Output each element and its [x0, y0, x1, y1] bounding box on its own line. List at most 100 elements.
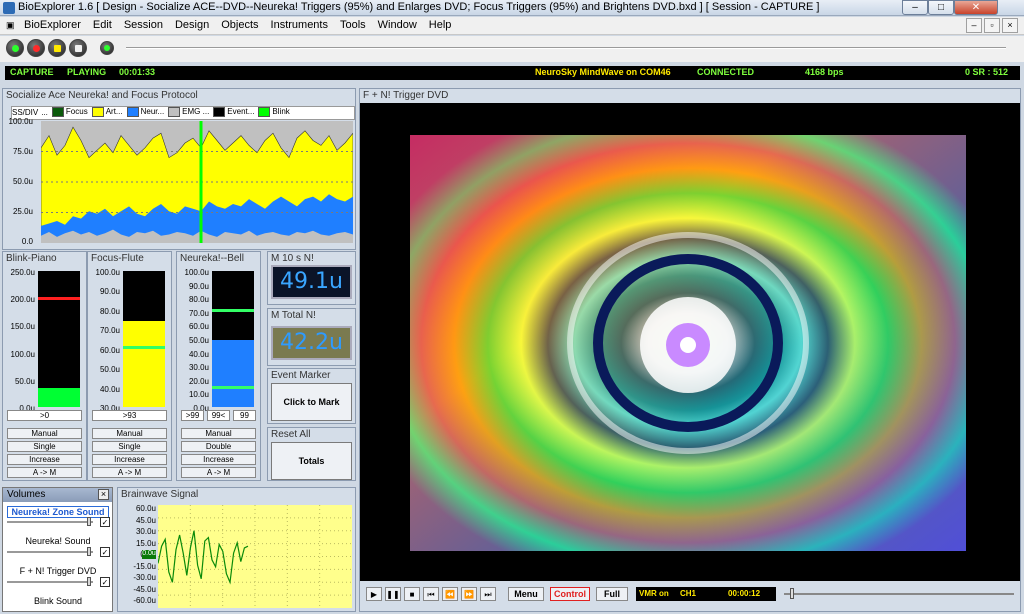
skip-back-icon[interactable]: ⏮ [423, 587, 439, 601]
status-mode: CAPTURE [10, 67, 54, 77]
menu-window[interactable]: Window [372, 17, 423, 33]
volume-checkbox[interactable]: ✓ [100, 577, 110, 587]
threshold-marker[interactable] [212, 308, 254, 312]
stop-icon[interactable]: ■ [404, 587, 420, 601]
menu-edit[interactable]: Edit [87, 17, 118, 33]
volume-label: Neureka! Zone Sound [7, 506, 109, 518]
volumes-close-button[interactable]: × [98, 489, 109, 500]
status-connection: CONNECTED [697, 67, 755, 77]
y-tick: -60.0u [133, 596, 156, 605]
meter-panel: Neureka!--Bell 100.0u 90.0u 80.0u 70.0u 60.0u… [176, 251, 261, 481]
menu-tools[interactable]: Tools [334, 17, 372, 33]
meter-track [212, 271, 254, 407]
dvd-panel: F + N! Trigger DVD ▶ ❚❚ ■ ⏮ ⏪ ⏩ ⏭ Menu Control… [359, 88, 1021, 612]
click-to-mark-button[interactable]: Click to Mark [271, 383, 352, 421]
legend-label: Focus [65, 107, 88, 117]
y-tick: -15.0u [133, 561, 156, 571]
volume-checkbox[interactable]: ✓ [100, 517, 110, 527]
minimize-button[interactable]: – [902, 0, 928, 15]
meter-option-button[interactable]: A -> M [7, 467, 82, 478]
dvd-control-button[interactable]: Control [550, 587, 590, 601]
seek-thumb[interactable] [790, 588, 794, 599]
meter-option-button[interactable]: A -> M [181, 467, 256, 478]
meter-option-button[interactable]: Increase [92, 454, 167, 465]
meter-panel: Focus-Flute 100.0u 90.0u 80.0u 70.0u 60.0u 50.… [87, 251, 172, 481]
panel-title: Neureka!--Bell [180, 253, 244, 264]
scale-tick: 50.0u [99, 365, 120, 375]
window-title: BioExplorer 1.6 [ Design - Socialize ACE… [18, 1, 820, 13]
meter-panel: Blink-Piano 250.0u 200.0u 150.0u 100.0u 50.0u… [2, 251, 87, 481]
y-tick: 15.0u [135, 538, 156, 548]
y-tick: -30.0u [133, 573, 156, 582]
status-device: NeuroSky MindWave on COM46 [535, 67, 671, 77]
menu-session[interactable]: Session [118, 17, 169, 33]
mdi-close-button[interactable]: × [1002, 18, 1018, 33]
play-icon[interactable] [6, 39, 24, 57]
threshold-marker[interactable] [38, 296, 80, 300]
meter-option-button[interactable]: Single [7, 441, 82, 452]
menu-instruments[interactable]: Instruments [265, 17, 334, 33]
threshold-box: >0 [7, 410, 82, 421]
mdi-restore-button[interactable]: ▫ [984, 18, 1000, 33]
threshold-marker[interactable] [123, 345, 165, 349]
panel-title: Focus-Flute [91, 253, 144, 264]
pause-icon[interactable]: ❚❚ [385, 587, 401, 601]
meter-fill [123, 321, 165, 407]
scale-tick: 30.0u [188, 363, 209, 373]
meter-option-button[interactable]: Increase [181, 454, 256, 465]
mdi-minimize-button[interactable]: – [966, 18, 982, 33]
volume-thumb[interactable] [86, 517, 91, 526]
dvd-seek-slider[interactable] [784, 588, 1014, 599]
play-icon[interactable]: ▶ [366, 587, 382, 601]
volume-slider[interactable] [7, 577, 93, 586]
meter-option-button[interactable]: Manual [7, 428, 82, 439]
dvd-status: VMR on CH1 00:00:12 [636, 587, 776, 601]
stop-icon[interactable] [69, 39, 87, 57]
meter-option-button[interactable]: Increase [7, 454, 82, 465]
volume-thumb[interactable] [86, 577, 91, 586]
position-slider[interactable] [126, 47, 1006, 49]
meter-option-button[interactable]: Manual [92, 428, 167, 439]
status-strip: CAPTURE PLAYING 00:01:33 NeuroSky MindWa… [5, 66, 1020, 80]
volume-thumb[interactable] [86, 547, 91, 556]
meter-option-button[interactable]: Single [92, 441, 167, 452]
y-tick: 25.0u [12, 207, 33, 216]
meter-option-button[interactable]: Double [181, 441, 256, 452]
panel-title: Event Marker [271, 370, 331, 381]
pause-icon[interactable] [48, 39, 66, 57]
dvd-full-button[interactable]: Full [596, 587, 628, 601]
legend-item: Art... [91, 107, 123, 117]
menu-bar: ▣ BioExplorer Edit Session Design Objects Inst… [0, 17, 1024, 35]
legend-swatch [91, 107, 104, 117]
y-tick: -45.0u [133, 584, 156, 594]
menu-design[interactable]: Design [169, 17, 215, 33]
threshold-marker[interactable] [212, 386, 254, 390]
chart-legend: SS/DIV... Focus Art... Neur... EMG ... Event.… [11, 106, 355, 120]
volume-slider[interactable] [7, 517, 93, 526]
menu-help[interactable]: Help [423, 17, 458, 33]
meter-scale: 250.0u 200.0u 150.0u 100.0u 50.0u 0.0u [5, 268, 37, 413]
maximize-button[interactable]: □ [928, 0, 954, 15]
scale-tick: 90.0u [188, 281, 209, 291]
menu-bioexplorer[interactable]: BioExplorer [18, 17, 87, 33]
scale-tick: 80.0u [188, 295, 209, 305]
meter-option-button[interactable]: A -> M [92, 467, 167, 478]
status-time: 00:01:33 [119, 67, 156, 77]
legend-more: ... [41, 107, 48, 117]
meter-track [123, 271, 165, 407]
dvd-menu-button[interactable]: Menu [508, 587, 544, 601]
rewind-icon[interactable] [100, 41, 114, 55]
scale-tick: 100.0u [184, 268, 209, 277]
record-icon[interactable] [27, 39, 45, 57]
fast-forward-icon[interactable]: ⏩ [461, 587, 477, 601]
skip-forward-icon[interactable]: ⏭ [480, 587, 496, 601]
volume-slider[interactable] [7, 547, 93, 556]
video-display[interactable] [360, 103, 1020, 581]
volume-checkbox[interactable]: ✓ [100, 547, 110, 557]
legend-label: EMG ... [182, 107, 210, 117]
menu-objects[interactable]: Objects [215, 17, 264, 33]
rewind-icon[interactable]: ⏪ [442, 587, 458, 601]
close-button[interactable]: ✕ [954, 0, 998, 15]
meter-option-button[interactable]: Manual [181, 428, 256, 439]
totals-button[interactable]: Totals [271, 442, 352, 480]
